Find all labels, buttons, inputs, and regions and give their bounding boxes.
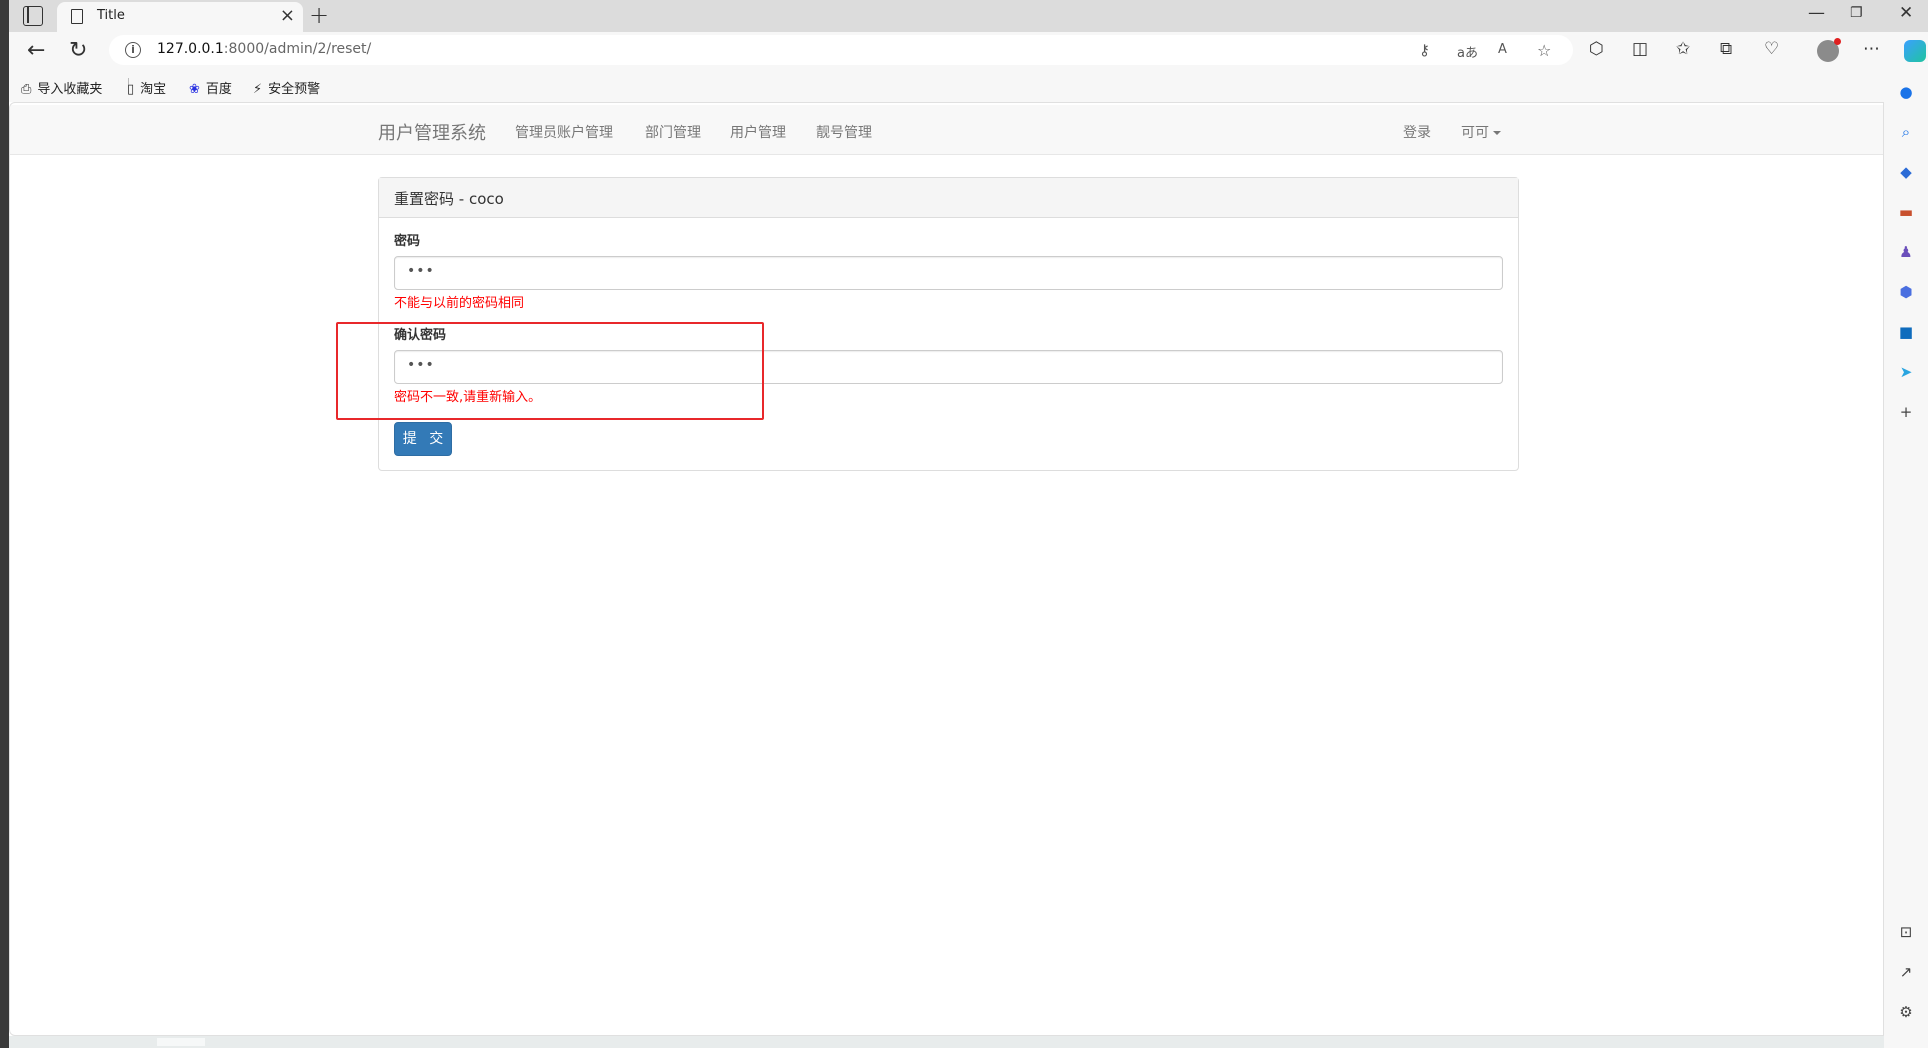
nav-departments[interactable]: 部门管理: [645, 122, 701, 142]
left-window-edge: [0, 0, 9, 1048]
back-icon[interactable]: ←: [27, 38, 45, 63]
panel-heading: 重置密码 - coco: [379, 178, 1518, 218]
refresh-icon[interactable]: ↻: [69, 38, 87, 63]
translate-icon[interactable]: aあ: [1457, 42, 1478, 61]
browser-tab[interactable]: Title ×: [57, 2, 303, 32]
add-icon[interactable]: +: [1898, 404, 1914, 420]
address-bar-row: ← ↻ i 127.0.0.1:8000/admin/2/reset/ ⚷ aあ…: [9, 32, 1928, 70]
close-window-icon[interactable]: ✕: [1899, 3, 1913, 23]
more-options-icon[interactable]: ⋯: [1863, 39, 1880, 59]
close-tab-icon[interactable]: ×: [280, 5, 295, 26]
nav-pretty-numbers[interactable]: 靓号管理: [816, 122, 872, 142]
new-tab-icon[interactable]: +: [309, 1, 329, 29]
collections-icon[interactable]: ⧉: [1720, 39, 1732, 59]
scroll-segment: [157, 1038, 205, 1046]
nav-admin-accounts[interactable]: 管理员账户管理: [515, 122, 613, 142]
shield-warning-icon: ⚡: [253, 82, 263, 97]
send-icon[interactable]: ➤: [1898, 364, 1914, 380]
site-info-icon[interactable]: i: [125, 42, 141, 58]
fav-import[interactable]: ⎙ 导入收藏夹: [21, 78, 102, 97]
settings-gear-icon[interactable]: ⚙: [1898, 1004, 1914, 1020]
extensions-icon[interactable]: ⬡: [1589, 39, 1604, 59]
baidu-paw-icon: ❀: [189, 82, 200, 97]
fav-taobao[interactable]: ▯ 淘宝: [127, 78, 166, 97]
read-aloud-icon[interactable]: A: [1498, 42, 1507, 57]
submit-button[interactable]: 提 交: [394, 422, 452, 456]
bottom-scroll-strip: [9, 1036, 1884, 1048]
favorites-bar: ⎙ 导入收藏夹 ▯ 淘宝 ❀ 百度 ⚡ 安全预警: [9, 70, 1889, 102]
url-text[interactable]: 127.0.0.1:8000/admin/2/reset/: [157, 41, 371, 57]
copilot-app-icon[interactable]: ⬢: [1898, 284, 1914, 300]
bell-icon[interactable]: ●: [1898, 84, 1914, 100]
copilot-icon[interactable]: [1904, 40, 1926, 62]
tab-actions-icon[interactable]: [23, 6, 43, 26]
chess-icon[interactable]: ♟: [1898, 244, 1914, 260]
restore-icon[interactable]: ❐: [1850, 5, 1863, 21]
nav-users[interactable]: 用户管理: [730, 122, 786, 142]
favorite-star-icon[interactable]: ☆: [1537, 41, 1551, 60]
tag-icon[interactable]: ◆: [1898, 164, 1914, 180]
site-navbar: 用户管理系统 管理员账户管理 部门管理 用户管理 靓号管理 登录 可可: [10, 105, 1883, 155]
profile-avatar[interactable]: [1817, 38, 1841, 62]
split-screen-icon[interactable]: ◫: [1632, 39, 1648, 59]
page-viewport: 用户管理系统 管理员账户管理 部门管理 用户管理 靓号管理 登录 可可 重置密码…: [9, 102, 1884, 1036]
outlook-icon[interactable]: ■: [1898, 324, 1914, 340]
fav-baidu[interactable]: ❀ 百度: [189, 78, 232, 97]
caret-down-icon: [1493, 131, 1501, 135]
favorites-icon[interactable]: ✩: [1676, 39, 1690, 59]
nav-login[interactable]: 登录: [1403, 122, 1431, 142]
address-bar[interactable]: i 127.0.0.1:8000/admin/2/reset/ ⚷ aあ A ☆: [109, 35, 1573, 65]
fav-security-alert[interactable]: ⚡ 安全预警: [253, 78, 320, 97]
toolbox-icon[interactable]: ▬: [1898, 204, 1914, 220]
page-icon: ▯: [127, 82, 135, 97]
browser-essentials-icon[interactable]: ♡: [1764, 39, 1779, 59]
open-external-icon[interactable]: ↗: [1898, 964, 1914, 980]
screenshot-icon[interactable]: ⊡: [1898, 924, 1914, 940]
search-icon[interactable]: ⌕: [1898, 124, 1914, 140]
password-form-group: 密码 ••• 不能与以前的密码相同: [394, 230, 1503, 311]
navbar-brand[interactable]: 用户管理系统: [378, 119, 486, 145]
password-input[interactable]: •••: [394, 256, 1503, 290]
password-key-icon[interactable]: ⚷: [1419, 41, 1430, 59]
password-label: 密码: [394, 234, 421, 249]
annotation-highlight-box: [336, 322, 764, 420]
tab-title: Title: [97, 8, 125, 23]
page-icon: [71, 9, 83, 24]
browser-sidebar: ● ⌕ ◆ ▬ ♟ ⬢ ■ ➤ + ⊡ ↗ ⚙: [1884, 70, 1928, 1048]
password-error: 不能与以前的密码相同: [394, 296, 525, 311]
browser-tab-bar: Title × + — ❐ ✕: [9, 0, 1928, 32]
import-favorites-icon: ⎙: [21, 82, 32, 97]
minimize-icon[interactable]: —: [1808, 3, 1825, 23]
nav-user-dropdown[interactable]: 可可: [1461, 122, 1501, 142]
